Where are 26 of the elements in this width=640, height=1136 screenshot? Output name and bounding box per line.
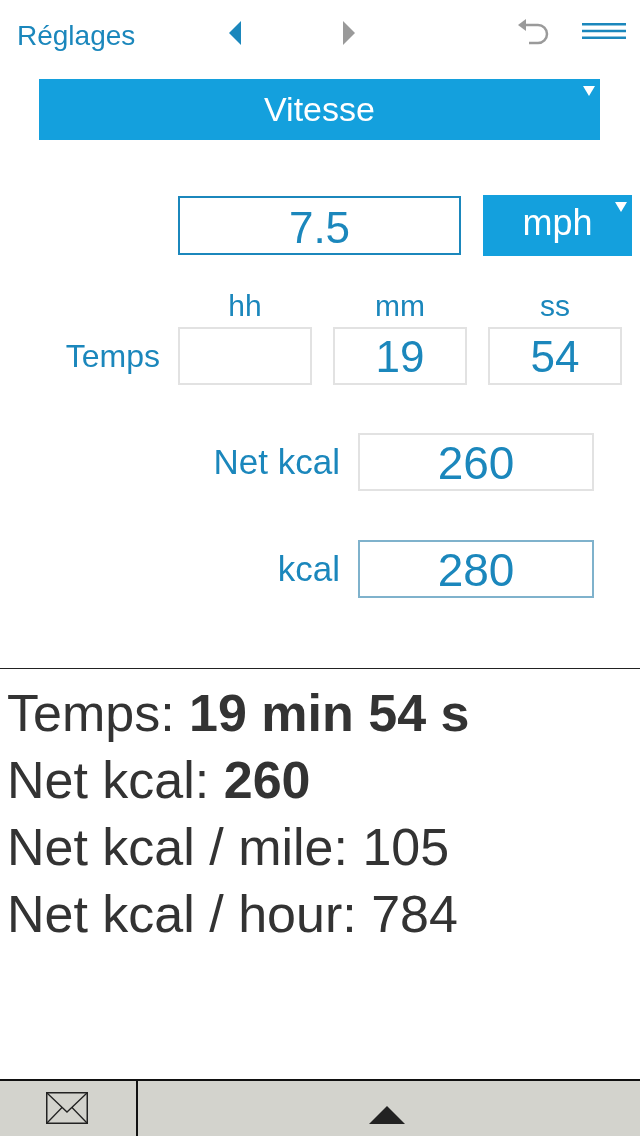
- seconds-field[interactable]: 54: [488, 327, 622, 385]
- summary-line: Net kcal: 260: [7, 750, 311, 811]
- caret-icon: [583, 86, 595, 96]
- unit-dropdown[interactable]: mph: [483, 195, 632, 256]
- summary-line: Net kcal / hour: 784: [7, 884, 458, 945]
- net-kcal-field[interactable]: 260: [358, 433, 594, 491]
- left-triangle-icon[interactable]: [229, 21, 242, 45]
- settings-link[interactable]: Réglages: [17, 22, 136, 50]
- caret-icon: [615, 202, 627, 212]
- kcal-label: kcal: [277, 549, 340, 589]
- mode-dropdown[interactable]: Vitesse: [39, 79, 600, 140]
- menu-icon[interactable]: [582, 23, 626, 39]
- kcal-field[interactable]: 280: [358, 540, 594, 598]
- envelope-icon: [46, 1092, 88, 1124]
- net-kcal-label: Net kcal: [213, 442, 340, 482]
- minutes-field[interactable]: 19: [333, 327, 467, 385]
- up-triangle-icon: [369, 1106, 405, 1124]
- seconds-heading: ss: [540, 289, 570, 323]
- time-label: Temps: [65, 337, 160, 375]
- summary-line: Net kcal / mile: 105: [7, 817, 450, 878]
- hours-field[interactable]: [178, 327, 312, 385]
- mail-button[interactable]: [0, 1081, 138, 1136]
- minutes-heading: mm: [375, 289, 425, 323]
- hours-heading: hh: [228, 289, 262, 323]
- speed-field[interactable]: 7.5: [178, 196, 461, 255]
- summary-line: Temps: 19 min 54 s: [7, 683, 470, 744]
